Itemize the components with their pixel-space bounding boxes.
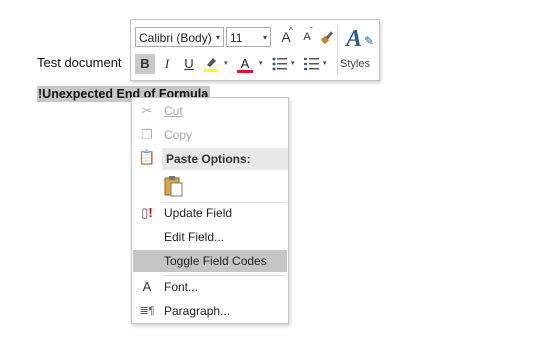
chevron-down-icon[interactable]: ▾ [224, 59, 228, 67]
scissors-icon: ✂ [141, 103, 153, 118]
format-painter-icon [320, 31, 334, 45]
menu-item-copy[interactable]: ❐ Copy [133, 124, 287, 146]
font-icon: A [142, 279, 152, 294]
font-size-combo[interactable]: 11 ▾ [226, 27, 271, 47]
context-menu: ✂ Cut ❐ Copy 📋 Paste Options: ▯! Update … [131, 97, 289, 324]
bold-icon: B [140, 56, 150, 71]
menu-item-label: Toggle Field Codes [164, 254, 267, 268]
paragraph-icon: ≣¶ [139, 305, 155, 317]
grow-font-button[interactable]: A ^ [276, 26, 296, 47]
highlight-button[interactable] [201, 54, 221, 74]
menu-item-paragraph[interactable]: ≣¶ Paragraph... [133, 300, 287, 322]
font-color-button[interactable]: A [235, 54, 255, 74]
styles-label: Styles [340, 58, 370, 70]
clipboard-icon: 📋 [138, 149, 156, 165]
menu-item-label: Edit Field... [164, 230, 225, 244]
menu-item-update-field[interactable]: ▯! Update Field [133, 202, 287, 224]
font-name-combo[interactable]: Calibri (Body) ▾ [135, 27, 224, 47]
italic-icon: I [164, 56, 170, 71]
numbering-icon [304, 58, 319, 70]
mini-toolbar: Calibri (Body) ▾ 11 ▾ A^ Aˇ B I U ▾ A ▾ [130, 19, 380, 81]
bold-button[interactable]: B [135, 54, 155, 74]
copy-icon: ❐ [141, 127, 153, 142]
font-color-icon: A [240, 56, 250, 71]
chevron-down-icon: ▾ [215, 33, 220, 42]
italic-button[interactable]: I [157, 54, 177, 74]
chevron-down-icon[interactable]: ▾ [323, 59, 327, 67]
menu-item-label: Cut [164, 104, 183, 118]
underline-button[interactable]: U [179, 54, 199, 74]
styles-brush-icon: ✎ [364, 34, 375, 48]
chevron-down-icon[interactable]: ▾ [259, 59, 263, 67]
numbering-button[interactable] [302, 54, 322, 74]
chevron-down-icon[interactable]: ▾ [291, 59, 295, 67]
update-field-icon: ▯! [141, 205, 153, 220]
bullets-icon [272, 57, 287, 71]
menu-item-label: Update Field [164, 206, 233, 220]
highlighter-icon [204, 58, 218, 72]
shrink-font-button[interactable]: Aˇ [297, 26, 317, 47]
menu-item-toggle-field-codes[interactable]: Toggle Field Codes [133, 250, 287, 272]
paste-options-header: Paste Options: [162, 148, 288, 170]
font-size-value: 11 [230, 31, 243, 45]
paste-clipboard-icon [164, 176, 183, 197]
underline-icon: U [184, 56, 194, 71]
menu-item-label: Paragraph... [164, 304, 231, 318]
font-color-swatch [237, 70, 253, 73]
menu-item-label: Font... [164, 280, 199, 294]
menu-item-font[interactable]: A Font... [133, 276, 287, 298]
document-text-line: Test document [37, 55, 122, 70]
menu-item-label: Copy [164, 128, 193, 142]
bullets-button[interactable] [270, 54, 290, 74]
menu-item-cut[interactable]: ✂ Cut [133, 100, 287, 122]
chevron-down-icon: ▾ [262, 33, 267, 42]
menu-item-edit-field[interactable]: Edit Field... [133, 226, 287, 248]
format-painter-button[interactable] [318, 27, 338, 47]
paste-keep-text-only-button[interactable] [162, 174, 186, 198]
font-name-value: Calibri (Body) [139, 31, 212, 45]
styles-icon: A [346, 26, 363, 52]
styles-button[interactable]: A ✎ Styles [337, 24, 376, 76]
